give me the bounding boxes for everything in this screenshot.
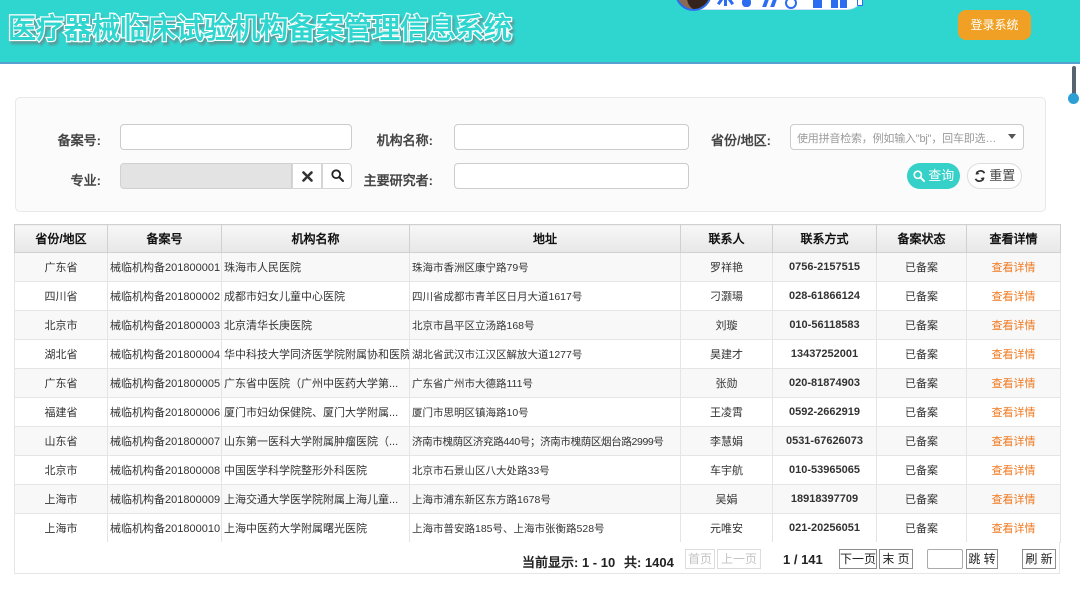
svg-text:医疗器械临床试验机构备案管理信息系统: 医疗器械临床试验机构备案管理信息系统 bbox=[8, 12, 512, 45]
